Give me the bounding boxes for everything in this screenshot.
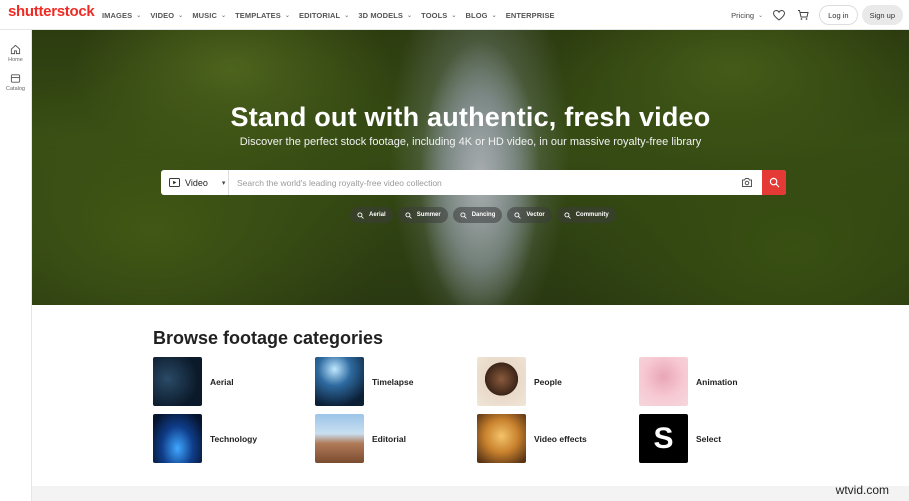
category-people[interactable]: People: [477, 357, 562, 406]
nav-video[interactable]: VIDEO ⌄: [150, 11, 183, 20]
search-input[interactable]: [229, 170, 732, 195]
chip-summer[interactable]: Summer: [397, 207, 448, 223]
category-technology[interactable]: Technology: [153, 414, 257, 463]
search-icon: [405, 211, 412, 219]
shutterstock-logo[interactable]: shutterstock: [8, 3, 95, 20]
category-label: Timelapse: [372, 376, 414, 387]
sidebar-item-home[interactable]: Home: [0, 44, 31, 63]
search-icon: [514, 211, 522, 219]
nav-enterprise[interactable]: ENTERPRISE: [506, 11, 555, 20]
nav-right: Pricing ⌄ Log in Sign up: [731, 0, 903, 30]
category-label: Select: [696, 433, 722, 444]
sidebar-item-label: Home: [8, 57, 23, 63]
category-label: People: [534, 376, 562, 387]
chevron-down-icon: ⌄: [407, 12, 413, 19]
nav-blog[interactable]: BLOG ⌄: [466, 11, 497, 20]
left-sidebar: Home Catalog: [0, 30, 32, 501]
chip-aerial[interactable]: Aerial: [350, 207, 393, 223]
category-thumbnail: [639, 357, 688, 406]
nav-tools[interactable]: TOOLS ⌄: [421, 11, 456, 20]
search-icon: [564, 211, 571, 219]
category-thumbnail: [153, 357, 202, 406]
video-icon: [169, 178, 180, 187]
chip-dancing[interactable]: Dancing: [452, 207, 503, 223]
hero-title: Stand out with authentic, fresh video: [230, 102, 711, 132]
chevron-down-icon: ⌄: [220, 12, 227, 19]
chip-vector[interactable]: Vector: [507, 207, 552, 223]
login-button[interactable]: Log in: [819, 5, 858, 25]
chevron-down-icon: ⌄: [284, 12, 291, 19]
category-label: Editorial: [372, 433, 407, 444]
category-thumbnail: [153, 414, 202, 463]
chip-community[interactable]: Community: [556, 207, 616, 223]
chevron-down-icon: ⌄: [758, 12, 764, 19]
media-type-select[interactable]: Video ▾: [161, 170, 229, 195]
sidebar-item-catalog[interactable]: Catalog: [0, 73, 31, 92]
category-label: Aerial: [210, 376, 234, 387]
cart-button[interactable]: [795, 7, 811, 23]
suggested-searches: Aerial Summer Dancing Vector Community: [350, 207, 621, 223]
camera-search-icon: [742, 178, 752, 187]
catalog-icon: [10, 74, 21, 83]
category-animation[interactable]: Animation: [639, 357, 738, 406]
category-label: Animation: [696, 376, 738, 387]
search-icon: [769, 177, 780, 188]
category-thumbnail: [477, 357, 526, 406]
chevron-down-icon: ⌄: [136, 12, 142, 19]
watermark: wtvid.com: [835, 483, 889, 497]
pricing-menu[interactable]: Pricing ⌄: [731, 11, 763, 20]
search-icon: [460, 211, 467, 219]
nav-images[interactable]: IMAGES ⌄: [102, 11, 141, 20]
chevron-down-icon: ⌄: [178, 12, 184, 19]
chevron-down-icon: ⌄: [491, 12, 497, 19]
signup-button[interactable]: Sign up: [861, 5, 903, 25]
home-icon: [10, 44, 21, 55]
cart-icon: [798, 10, 809, 20]
category-label: Video effects: [534, 433, 587, 444]
heart-icon: [773, 9, 786, 21]
main-nav: IMAGES ⌄ VIDEO ⌄ MUSIC ⌄ TEMPLATES ⌄ EDITORI…: [102, 0, 564, 30]
browse-categories-title: Browse footage categories: [153, 328, 384, 348]
category-thumbnail: [315, 357, 364, 406]
search-bar: Video ▾: [161, 170, 786, 195]
category-video-effects[interactable]: Video effects: [477, 414, 587, 463]
category-aerial[interactable]: Aerial: [153, 357, 234, 406]
chevron-down-icon: ⌄: [344, 12, 350, 19]
category-thumbnail: [315, 414, 364, 463]
top-nav: shutterstock IMAGES ⌄ VIDEO ⌄ MUSIC ⌄ TEMPL…: [0, 0, 909, 30]
caret-down-icon: ▾: [221, 179, 226, 187]
hero-subtitle: Discover the perfect stock footage, incl…: [239, 136, 702, 148]
search-icon: [357, 211, 364, 219]
nav-templates[interactable]: TEMPLATES ⌄: [235, 11, 290, 20]
select-logo-thumbnail: S: [639, 414, 688, 463]
category-select[interactable]: S Select: [639, 414, 721, 463]
footer-band: [32, 486, 909, 501]
media-type-label: Video: [185, 177, 208, 188]
category-label: Technology: [210, 433, 258, 444]
sidebar-item-label: Catalog: [6, 86, 25, 92]
search-button[interactable]: [762, 170, 786, 195]
favorites-button[interactable]: [771, 7, 787, 23]
nav-music[interactable]: MUSIC ⌄: [192, 11, 226, 20]
hero-banner: Stand out with authentic, fresh video Di…: [32, 30, 909, 305]
nav-editorial[interactable]: EDITORIAL ⌄: [299, 11, 349, 20]
chevron-down-icon: ⌄: [451, 12, 457, 19]
nav-3d-models[interactable]: 3D MODELS ⌄: [358, 11, 412, 20]
category-thumbnail: [477, 414, 526, 463]
reverse-image-search-button[interactable]: [732, 170, 762, 195]
category-timelapse[interactable]: Timelapse: [315, 357, 413, 406]
category-editorial[interactable]: Editorial: [315, 414, 406, 463]
